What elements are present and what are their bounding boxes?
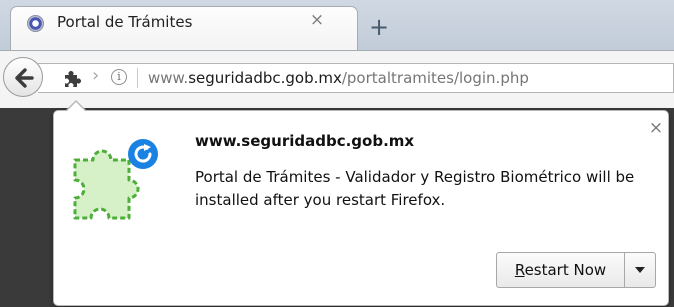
new-tab-button[interactable]: +: [358, 10, 400, 46]
restart-now-button[interactable]: Restart Now: [497, 253, 624, 287]
back-button[interactable]: [3, 57, 43, 97]
url-separator: [137, 68, 138, 88]
restart-label: estart Now: [524, 261, 607, 279]
tab-close-icon[interactable]: ×: [307, 10, 327, 30]
chevron-right-icon: ›: [92, 65, 100, 86]
restart-button-group: Restart Now: [496, 252, 656, 288]
back-arrow-icon: [15, 68, 34, 88]
popup-heading: www.seguridadbc.gob.mx: [195, 132, 415, 150]
restart-accesskey: R: [514, 261, 525, 279]
popup-close-icon[interactable]: ×: [646, 118, 666, 138]
url-text[interactable]: www.seguridadbc.gob.mx/portaltramites/lo…: [148, 69, 529, 87]
addon-restart-icon: [73, 139, 158, 220]
popup-arrow-fill: [66, 102, 86, 112]
popup-message: Portal de Trámites - Validador y Registr…: [195, 168, 635, 209]
tab-title: Portal de Trámites: [57, 13, 193, 31]
dropdown-arrow-icon: [635, 267, 645, 273]
restart-dropdown-button[interactable]: [625, 253, 655, 287]
puzzle-piece-icon[interactable]: [62, 67, 84, 89]
info-icon[interactable]: i: [111, 69, 127, 85]
navigation-bar: › i www.seguridadbc.gob.mx/portaltramite…: [0, 50, 674, 108]
url-domain: seguridadbc.gob.mx: [188, 69, 342, 87]
site-seal-icon: [27, 15, 44, 32]
url-prefix: www.: [148, 69, 189, 87]
url-path: /portaltramites/login.php: [341, 69, 529, 87]
